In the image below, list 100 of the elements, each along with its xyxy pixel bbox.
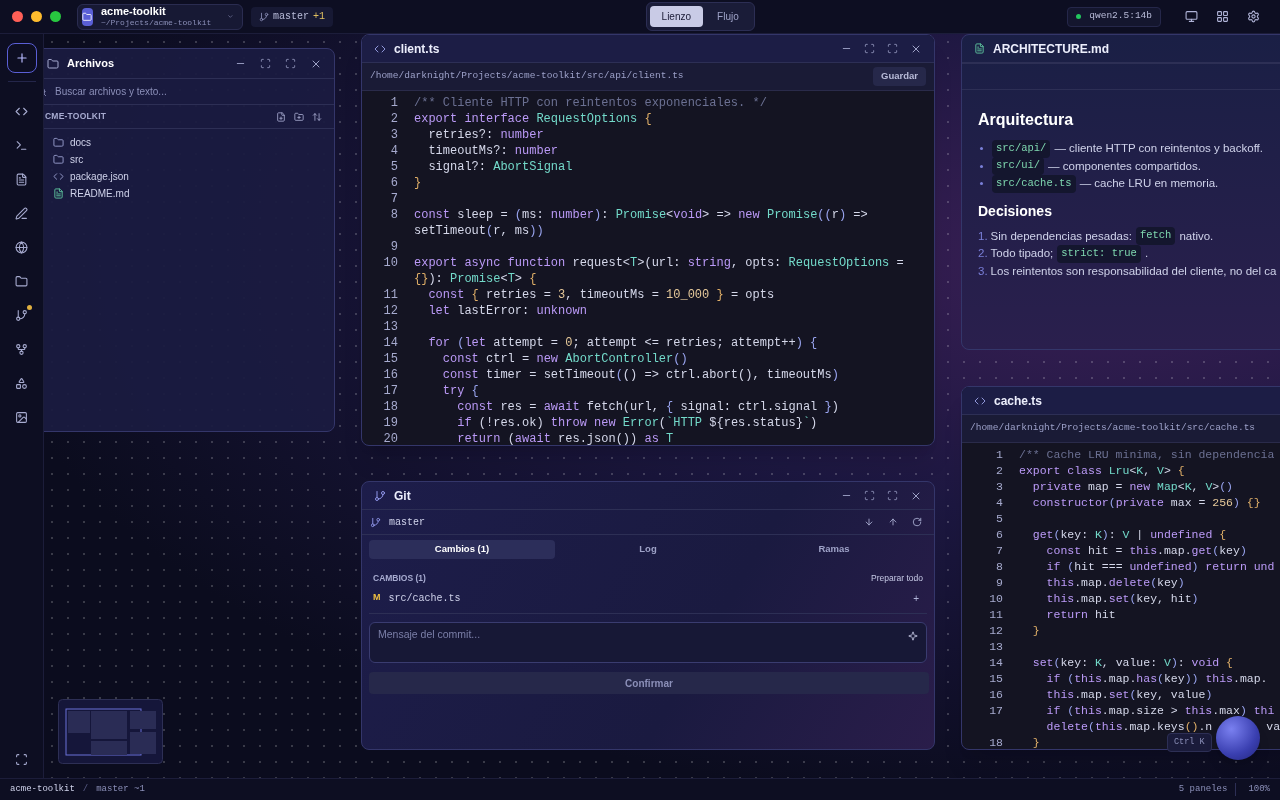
code-line: if (this.map.has(key)) this.map. <box>1045 671 1268 687</box>
line-number: 7 <box>389 191 399 207</box>
line-number: 6 <box>389 175 399 191</box>
bullet-icon <box>980 164 983 168</box>
line-number: 4 <box>995 495 1004 511</box>
code-line: /** Cache LRU minima, sin dependencia <box>1019 447 1275 463</box>
branch-icon[interactable] <box>15 308 28 322</box>
image-icon[interactable] <box>15 410 28 424</box>
line-number: 8 <box>389 207 399 223</box>
project-root: CME-TOOLKIT <box>45 110 107 123</box>
shapes-icon[interactable] <box>15 376 28 390</box>
git-tab[interactable]: Cambios (1) <box>369 540 555 559</box>
list-text: Todo tipado; <box>990 246 1054 262</box>
model-chip[interactable]: qwen2.5:14b <box>1067 6 1161 27</box>
file-path: /home/darknight/Projects/acme-toolkit/src/api/client.ts <box>370 69 684 84</box>
sort-icon[interactable] <box>312 111 322 122</box>
folder-icon <box>47 57 59 70</box>
inline-code: src/api/ <box>992 139 1051 158</box>
code-line: this.map.set(key, hit) <box>1045 591 1199 607</box>
code-line: constructor(private max = 256) {} <box>1031 495 1261 511</box>
window-title: ARCHITECTURE.md <box>993 40 1109 58</box>
line-number: 17 <box>988 703 1004 719</box>
line-number: 5 <box>389 159 399 175</box>
fork-icon[interactable] <box>15 342 28 356</box>
new-file-icon[interactable] <box>276 111 286 122</box>
git-tab[interactable]: Ramas <box>741 540 927 559</box>
list-text: . <box>1144 246 1149 262</box>
code-line: delete(this.map.keys().n va <box>1045 719 1280 735</box>
project-selector[interactable]: acme-toolkit ~/Projects/acme-toolkit <box>77 3 243 30</box>
maximize-icon[interactable] <box>285 58 296 69</box>
folder-icon[interactable] <box>15 274 28 288</box>
view-tab[interactable]: Flujo <box>705 6 751 27</box>
list-number: 2. <box>978 246 988 262</box>
folder-icon <box>53 137 64 148</box>
line-number: 3 <box>389 127 399 143</box>
globe-icon[interactable] <box>15 240 28 254</box>
window-title: cache.ts <box>994 392 1043 410</box>
line-number: 1 <box>995 447 1004 463</box>
project-name: acme-toolkit <box>10 782 75 796</box>
maximize-icon[interactable] <box>887 43 898 54</box>
code-line: private map = new Map<K, V>() <box>1031 479 1233 495</box>
file-tree-item[interactable]: src <box>53 151 334 168</box>
code-line: const { retries = 3, timeoutMs = 10_000 } = opts <box>427 287 775 303</box>
stage-all-link[interactable]: Preparar todo <box>871 571 923 585</box>
line-number: 15 <box>382 351 399 367</box>
fit-view-icon[interactable] <box>15 753 28 766</box>
new-folder-icon[interactable] <box>294 111 304 122</box>
pen-icon[interactable] <box>15 206 28 220</box>
line-number: 13 <box>988 639 1004 655</box>
branch-icon <box>374 489 386 502</box>
code-line: } <box>1031 735 1040 749</box>
view-tab[interactable]: Lienzo <box>649 6 704 27</box>
code-line: setTimeout(r, ms)) <box>414 223 544 239</box>
folder-icon <box>53 154 64 165</box>
line-number: 7 <box>995 543 1004 559</box>
line-number: 9 <box>389 239 399 255</box>
expand-icon[interactable] <box>864 43 875 54</box>
line-number: 3 <box>995 479 1004 495</box>
maximize-icon[interactable] <box>887 490 898 501</box>
project-name: acme-toolkit <box>100 5 166 17</box>
new-panel-button[interactable] <box>6 43 37 73</box>
monitor-icon[interactable] <box>1185 10 1198 23</box>
terminal-icon[interactable] <box>15 138 28 152</box>
changed-file-row[interactable]: M src/cache.ts + <box>362 587 934 609</box>
git-tab[interactable]: Log <box>555 540 741 559</box>
code-line: get(key: K): V | undefined { <box>1031 527 1227 543</box>
code-line: return hit <box>1045 607 1116 623</box>
plus-icon <box>14 51 29 65</box>
heading: Arquitectura <box>978 110 1075 130</box>
file-tree-item[interactable]: README.md <box>53 185 334 202</box>
line-number: 10 <box>988 591 1004 607</box>
line-number: 17 <box>382 383 399 399</box>
code-line: try { <box>441 383 479 399</box>
code-line: this.map.set(key, value) <box>1045 687 1213 703</box>
pull-icon[interactable] <box>864 517 874 527</box>
file-tree-item[interactable]: docs <box>53 134 334 151</box>
inline-code: strict: true <box>1057 244 1141 263</box>
refresh-icon[interactable] <box>912 517 922 527</box>
line-number: 1 <box>389 95 399 111</box>
line-number: 12 <box>988 623 1004 639</box>
settings-icon[interactable] <box>1247 10 1260 23</box>
inline-code: fetch <box>1135 227 1176 246</box>
grid-icon[interactable] <box>1216 10 1229 23</box>
line-number: 2 <box>995 463 1004 479</box>
sparkle-icon[interactable] <box>908 631 918 641</box>
expand-icon[interactable] <box>260 58 271 69</box>
search-input[interactable]: Buscar archivos y texto... <box>55 84 255 99</box>
document-icon[interactable] <box>15 172 28 186</box>
save-button[interactable]: Guardar <box>873 67 926 86</box>
branch-chip[interactable]: master +1 <box>251 6 334 27</box>
bullet-icon <box>980 182 983 186</box>
expand-icon[interactable] <box>864 490 875 501</box>
file-tree-item[interactable]: package.json <box>53 168 334 185</box>
commit-message-input[interactable]: Mensaje del commit... <box>370 623 926 662</box>
project-path: ~/Projects/acme-toolkit <box>100 16 212 28</box>
code-line: const res = await fetch(url, { signal: ctrl.signal }) <box>456 399 839 415</box>
push-icon[interactable] <box>888 517 898 527</box>
stage-button[interactable]: + <box>913 590 919 606</box>
code-line: const timer = setTimeout(() => ctrl.abort(), timeoutMs) <box>441 367 839 383</box>
subheading: Decisiones <box>978 201 1053 221</box>
